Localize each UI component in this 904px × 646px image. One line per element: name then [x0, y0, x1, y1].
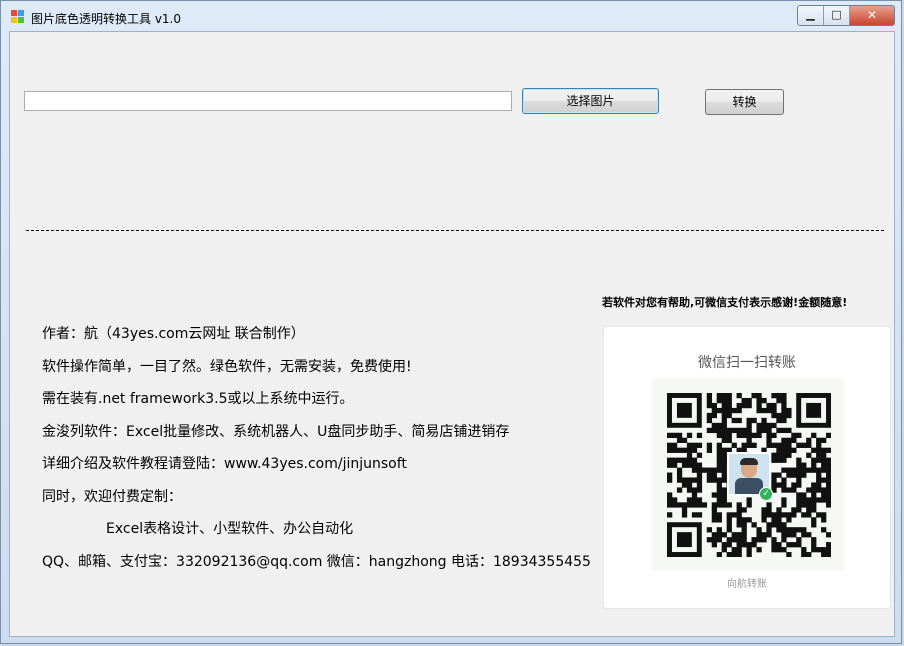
- info-block: 作者：航（43yes.com云网址 联合制作） 软件操作简单，一目了然。绿色软件…: [42, 324, 591, 584]
- image-path-input[interactable]: [24, 91, 512, 111]
- window-title: 图片底色透明转换工具 v1.0: [31, 12, 182, 26]
- maximize-button[interactable]: □: [824, 6, 850, 25]
- info-line: 软件操作简单，一目了然。绿色软件，无需安装，免费使用!: [42, 358, 412, 375]
- app-icon: [11, 10, 25, 24]
- minimize-icon: ▁: [806, 8, 815, 21]
- author-line: 作者：航（43yes.com云网址 联合制作）: [42, 326, 305, 342]
- thanks-text: 若软件对您有帮助,可微信支付表示感谢!金额随意!: [602, 296, 848, 309]
- convert-button[interactable]: 转换: [705, 89, 784, 115]
- info-line: 详细介绍及软件教程请登陆：www.43yes.com/jinjunsoft: [42, 456, 407, 472]
- qr-code: ✓: [652, 379, 844, 571]
- title-bar[interactable]: 图片底色透明转换工具 v1.0 ▁ □ ✕: [1, 1, 901, 31]
- contact-line: QQ、邮箱、支付宝：332092136@qq.com 微信：hangzhong …: [42, 553, 591, 570]
- select-image-button[interactable]: 选择图片: [522, 88, 659, 114]
- qr-card: 微信扫一扫转账 ✓ 向航转账: [603, 326, 891, 609]
- app-window: 图片底色透明转换工具 v1.0 ▁ □ ✕ 选择图片 转换 若软件对您有帮助,可…: [0, 0, 902, 644]
- info-line: 需在装有.net framework3.5或以上系统中运行。: [42, 391, 354, 407]
- check-icon: ✓: [759, 487, 773, 501]
- close-icon: ✕: [866, 8, 878, 22]
- window-controls: ▁ □ ✕: [797, 5, 895, 26]
- close-button[interactable]: ✕: [850, 6, 894, 25]
- maximize-icon: □: [831, 8, 842, 21]
- info-line: 同时，欢迎付费定制：: [42, 488, 182, 505]
- qr-caption: 向航转账: [727, 579, 767, 590]
- minimize-button[interactable]: ▁: [798, 6, 824, 25]
- divider-line: [26, 230, 884, 231]
- info-line: Excel表格设计、小型软件、办公自动化: [106, 521, 354, 537]
- client-area: 选择图片 转换 若软件对您有帮助,可微信支付表示感谢!金额随意! 作者：航（43…: [9, 31, 895, 637]
- info-line: 金浚列软件：Excel批量修改、系统机器人、U盘同步助手、简易店铺进销存: [42, 423, 510, 440]
- qr-title: 微信扫一扫转账: [698, 355, 796, 371]
